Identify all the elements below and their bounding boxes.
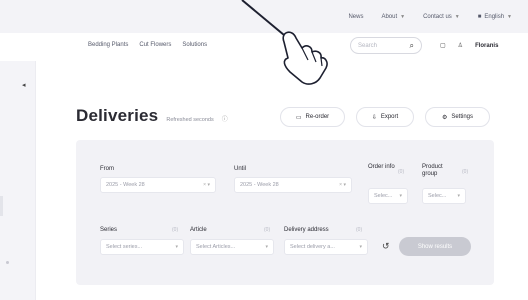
reorder-label: Re-order: [305, 114, 330, 120]
delivery-address-value: Select delivery a...: [290, 244, 335, 250]
gear-icon: ⚙: [441, 114, 448, 121]
product-group-label: Product group: [422, 164, 443, 177]
chevron-down-icon: ▾: [399, 193, 402, 199]
topbar-about-link[interactable]: About ▼: [381, 14, 405, 20]
nav-link-solutions[interactable]: Solutions: [182, 42, 207, 48]
topbar-contact-label: Contact us: [423, 13, 452, 20]
export-button[interactable]: ⇩ Export: [356, 107, 414, 127]
topbar-about-label: About: [381, 13, 398, 20]
topbar-contact-link[interactable]: Contact us ▼: [423, 14, 460, 20]
chevron-down-icon: ▼: [454, 13, 460, 20]
from-select[interactable]: 2025 - Week 28 × ▾: [100, 177, 216, 193]
nav-link-cut-flowers[interactable]: Cut Flowers: [139, 42, 171, 48]
product-group-count: (0): [462, 169, 469, 175]
series-label: Series: [100, 227, 118, 233]
nav-link-bedding-plants[interactable]: Bedding Plants: [88, 42, 128, 48]
topbar-news-link[interactable]: News: [348, 14, 363, 20]
user-name[interactable]: Floranis: [475, 43, 498, 49]
page-title: Deliveries: [76, 106, 159, 125]
delivery-address-select[interactable]: Select delivery a... ▾: [284, 239, 368, 255]
series-count: (0): [172, 227, 179, 233]
chevron-down-icon: ▾: [265, 244, 268, 250]
settings-label: Settings: [451, 114, 474, 120]
chevron-down-icon: ▼: [400, 13, 406, 20]
page-subtitle: Refreshed seconds: [166, 117, 214, 123]
chevron-down-icon: ▾: [359, 244, 362, 250]
chevron-down-icon: ▼: [507, 13, 512, 20]
export-label: Export: [380, 114, 399, 120]
reset-icon[interactable]: ↺: [382, 241, 390, 252]
sidebar: ◂: [0, 61, 36, 300]
topbar-news-label: News: [348, 13, 364, 20]
search-placeholder: Search: [358, 42, 378, 49]
from-label: From: [100, 166, 114, 172]
order-info-label: Order info: [368, 164, 395, 170]
cart-icon[interactable]: ▢: [440, 42, 446, 49]
product-group-value: Selec...: [428, 193, 447, 199]
nav-icons: ▢ ♙ Floranis: [440, 42, 498, 50]
nav-links: Bedding Plants Cut Flowers Solutions: [88, 42, 207, 48]
page-header: Deliveries Refreshed seconds ⓘ: [76, 106, 228, 126]
chevron-down-icon: × ▾: [339, 182, 346, 188]
until-select[interactable]: 2025 - Week 28 × ▾: [234, 177, 352, 193]
settings-button[interactable]: ⚙ Settings: [425, 107, 490, 127]
article-select[interactable]: Select Articles... ▾: [190, 239, 274, 255]
show-results-button[interactable]: Show results: [399, 237, 471, 256]
chevron-down-icon: ▾: [175, 244, 178, 250]
language-selector[interactable]: ■ English ▼: [478, 14, 512, 20]
order-info-value: Selec...: [374, 193, 393, 199]
article-label: Article: [190, 227, 207, 233]
sidebar-collapse-icon[interactable]: ◂: [22, 81, 26, 89]
chevron-down-icon: ▾: [457, 193, 460, 199]
show-results-label: Show results: [417, 243, 453, 250]
article-value: Select Articles...: [196, 244, 236, 250]
until-label: Until: [234, 166, 247, 172]
export-icon: ⇩: [371, 114, 377, 121]
series-select[interactable]: Select series... ▾: [100, 239, 184, 255]
sidebar-active-marker: [0, 196, 3, 216]
order-info-count: (0): [398, 169, 405, 175]
filter-panel: From 2025 - Week 28 × ▾ Until 2025 - Wee…: [76, 140, 494, 285]
reorder-icon: ▭: [295, 114, 302, 121]
flag-icon: ■: [477, 13, 482, 20]
delivery-address-count: (0): [356, 227, 363, 233]
article-count: (0): [264, 227, 271, 233]
user-icon[interactable]: ♙: [458, 42, 463, 49]
from-value: 2025 - Week 28: [106, 182, 145, 188]
search-input[interactable]: Search ⌕: [350, 37, 422, 54]
order-info-select[interactable]: Selec... ▾: [368, 188, 408, 204]
sidebar-dot: [6, 261, 9, 264]
pointer-hand-icon: [241, 0, 328, 85]
series-value: Select series...: [106, 244, 143, 250]
delivery-address-label: Delivery address: [284, 227, 329, 233]
language-label: English: [484, 13, 505, 20]
search-icon[interactable]: ⌕: [410, 41, 414, 51]
info-icon[interactable]: ⓘ: [222, 114, 228, 123]
reorder-button[interactable]: ▭ Re-order: [280, 107, 345, 127]
chevron-down-icon: × ▾: [203, 182, 210, 188]
until-value: 2025 - Week 28: [240, 182, 279, 188]
product-group-select[interactable]: Selec... ▾: [422, 188, 466, 204]
